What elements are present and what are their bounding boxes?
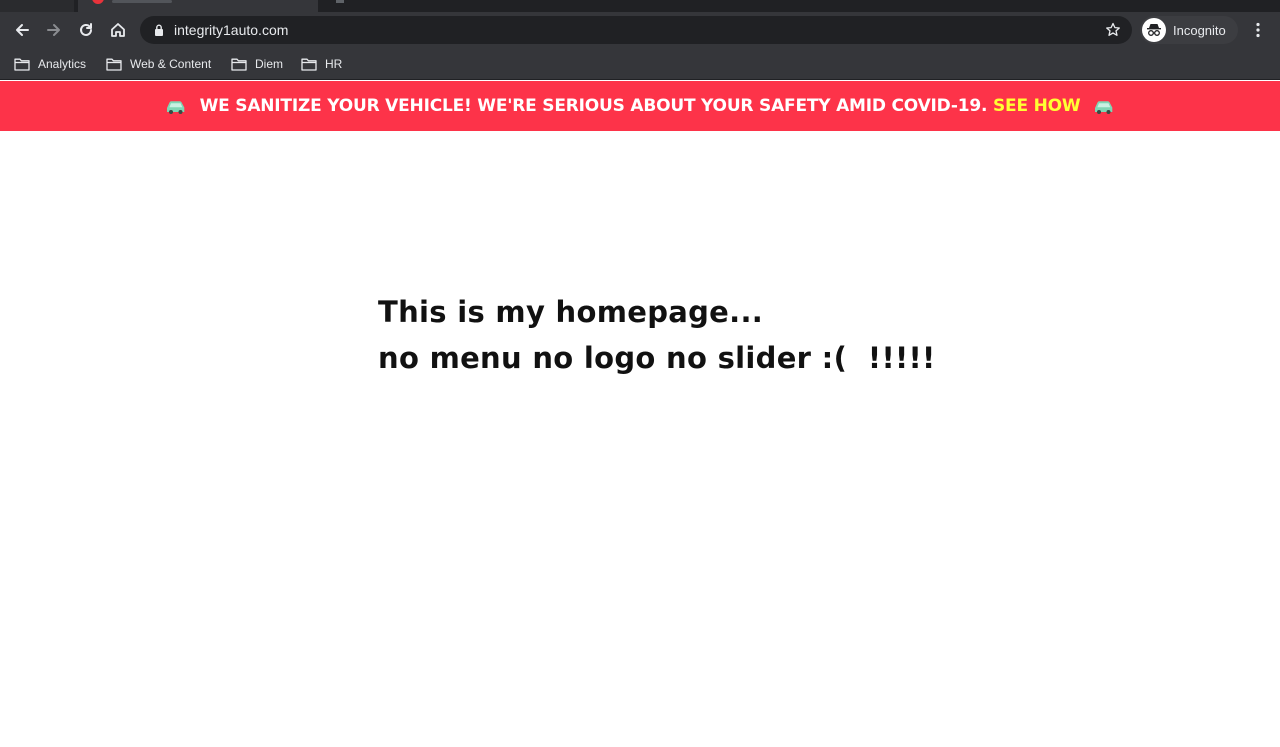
- bookmark-label: Analytics: [38, 57, 87, 71]
- browser-menu-button[interactable]: [1246, 18, 1270, 42]
- incognito-icon: [1147, 24, 1161, 36]
- bookmark-hr[interactable]: HR: [301, 54, 342, 74]
- lock-icon: [155, 24, 163, 36]
- tab-active[interactable]: [78, 0, 318, 12]
- tab-next[interactable]: [322, 0, 382, 12]
- message-line-1: This is my homepage...: [378, 295, 764, 329]
- bookmark-label: Web & Content: [130, 57, 212, 71]
- see-how-link[interactable]: SEE HOW: [993, 96, 1081, 116]
- address-bar[interactable]: integrity1auto.com: [140, 16, 1132, 44]
- bookmark-diem[interactable]: Diem: [231, 54, 283, 74]
- bookmark-label: HR: [325, 57, 343, 71]
- page-content: This is my homepage... no menu no logo n…: [0, 131, 1280, 747]
- tab-previous[interactable]: [0, 0, 74, 12]
- banner-text: WE SANITIZE YOUR VEHICLE! WE'RE SERIOUS …: [200, 96, 1081, 116]
- bookmarks-bar: Analytics Web & Content Diem HR: [0, 48, 1280, 80]
- browser-toolbar: integrity1auto.com Incognito: [0, 12, 1280, 48]
- car-icon: [1095, 101, 1113, 114]
- back-button[interactable]: [10, 18, 34, 42]
- arrow-left-icon: [16, 24, 29, 36]
- forward-button[interactable]: [42, 18, 66, 42]
- folder-icon: [106, 58, 122, 71]
- favicon-icon: [92, 0, 104, 4]
- bookmark-star-icon[interactable]: [1104, 21, 1122, 39]
- folder-icon: [14, 58, 30, 71]
- home-icon: [111, 23, 125, 37]
- home-button[interactable]: [106, 18, 130, 42]
- bookmark-analytics[interactable]: Analytics: [14, 54, 86, 74]
- url-text[interactable]: integrity1auto.com: [174, 22, 288, 38]
- bookmark-web-content[interactable]: Web & Content: [106, 54, 211, 74]
- folder-icon: [231, 58, 247, 71]
- homepage-message: This is my homepage... no menu no logo n…: [378, 289, 936, 381]
- tab-strip: [0, 0, 1280, 12]
- car-icon: [166, 101, 184, 114]
- arrow-right-icon: [47, 24, 60, 36]
- bookmark-label: Diem: [255, 57, 284, 71]
- message-line-2: no menu no logo no slider :( !!!!!: [378, 341, 936, 375]
- reload-button[interactable]: [74, 18, 98, 42]
- more-vertical-icon: [1256, 22, 1260, 38]
- banner-message: WE SANITIZE YOUR VEHICLE! WE'RE SERIOUS …: [199, 96, 988, 116]
- tab-title: [336, 0, 344, 3]
- tab-title: [112, 0, 172, 3]
- covid-announcement-banner: WE SANITIZE YOUR VEHICLE! WE'RE SERIOUS …: [0, 81, 1280, 131]
- incognito-avatar: [1142, 18, 1166, 42]
- reload-icon: [80, 23, 92, 36]
- incognito-profile-button[interactable]: Incognito: [1140, 16, 1238, 44]
- folder-icon: [301, 58, 317, 71]
- incognito-label: Incognito: [1173, 22, 1226, 38]
